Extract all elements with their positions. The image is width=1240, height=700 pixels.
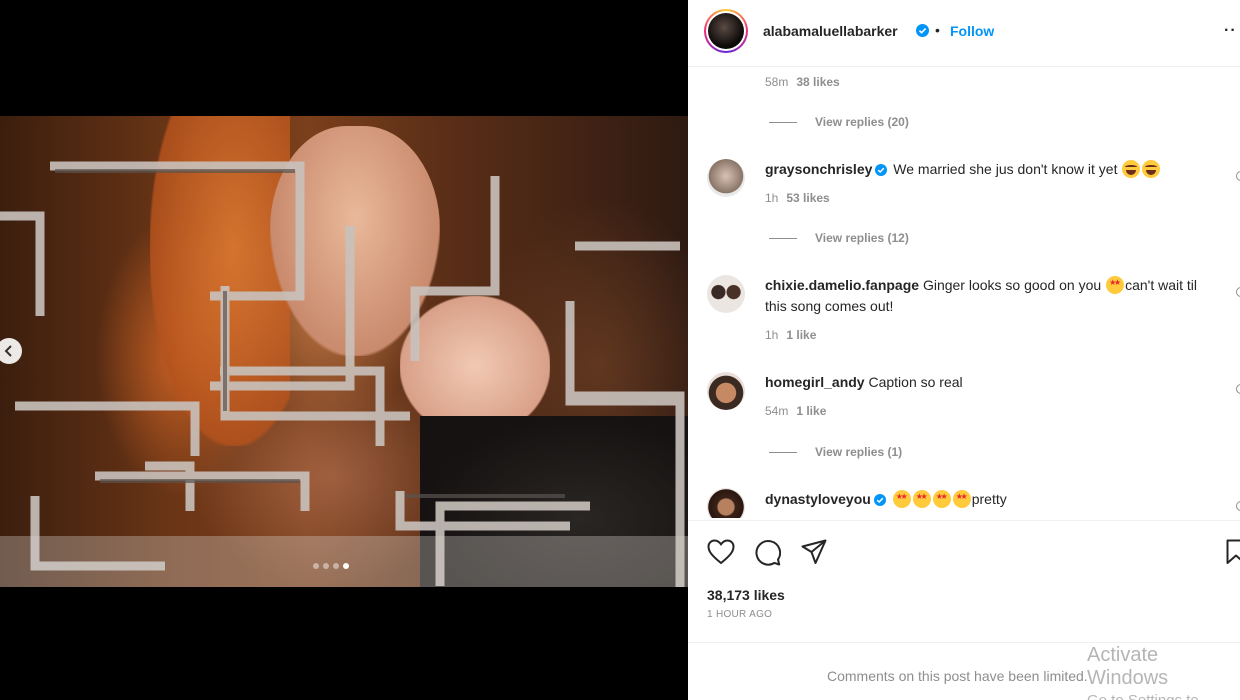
laughing-emoji-icon xyxy=(1122,160,1141,178)
carousel-dot xyxy=(323,563,329,569)
post-photo xyxy=(0,116,688,587)
comment-like-icon[interactable] xyxy=(1236,171,1240,181)
comment-text: pretty xyxy=(971,491,1007,507)
likes-count[interactable]: 38,173 likes xyxy=(707,587,785,603)
comment-likes[interactable]: 38 likes xyxy=(796,75,839,89)
comment-icon[interactable] xyxy=(754,539,781,566)
comment-text: We married she jus don't know it yet xyxy=(893,161,1118,177)
verified-badge-icon xyxy=(916,24,929,37)
commenter-username[interactable]: dynastyloveyou xyxy=(765,491,871,507)
comment-text: Caption so real xyxy=(868,374,963,390)
comment-like-icon[interactable] xyxy=(1236,501,1240,511)
commenter-avatar[interactable] xyxy=(707,159,745,197)
view-replies-label: View replies (1) xyxy=(815,445,903,459)
replies-divider xyxy=(769,121,797,123)
replies-divider xyxy=(769,451,797,453)
comment-body: graysonchrisley We married she jus don't… xyxy=(765,159,1220,180)
comment-meta: 1h 1 like xyxy=(765,328,816,342)
comment-likes[interactable]: 1 like xyxy=(796,404,826,418)
author-username[interactable]: alabamaluellabarker xyxy=(763,23,898,39)
post-side-panel: alabamaluellabarker • Follow ·· 58m 38 li… xyxy=(688,0,1240,700)
comments-limited-text: Comments on this post have been limited. xyxy=(827,668,1088,684)
comment-body: chixie.damelio.fanpage Ginger looks so g… xyxy=(765,275,1220,317)
share-icon[interactable] xyxy=(801,539,827,565)
photo-metal-frames xyxy=(0,161,688,587)
verified-badge-icon xyxy=(873,494,886,506)
star-struck-emoji-icon xyxy=(1106,276,1125,294)
commenter-username[interactable]: homegirl_andy xyxy=(765,374,865,390)
view-replies-button[interactable]: View replies (12) xyxy=(769,231,909,245)
comment-time: 58m xyxy=(765,75,789,89)
carousel-indicator xyxy=(313,563,349,569)
post-timestamp: 1 HOUR AGO xyxy=(707,609,773,620)
commenter-avatar[interactable] xyxy=(707,488,745,518)
commenter-avatar[interactable] xyxy=(707,275,745,313)
laughing-emoji-icon xyxy=(1142,160,1161,178)
star-struck-emoji-icon xyxy=(932,490,951,508)
commenter-username[interactable]: chixie.damelio.fanpage xyxy=(765,277,919,293)
bookmark-icon[interactable] xyxy=(1226,539,1240,565)
carousel-dot xyxy=(313,563,319,569)
watermark-subtitle: Go to Settings to activate Windows. xyxy=(1087,692,1240,700)
comment-meta: 58m 38 likes xyxy=(765,75,840,89)
media-viewer xyxy=(0,0,688,700)
view-replies-button[interactable]: View replies (20) xyxy=(769,115,909,129)
commenter-username[interactable]: graysonchrisley xyxy=(765,161,872,177)
star-struck-emoji-icon xyxy=(912,490,931,508)
comment-meta: 1h 53 likes xyxy=(765,191,830,205)
carousel-dot xyxy=(333,563,339,569)
heart-icon[interactable] xyxy=(707,539,735,565)
activate-windows-watermark: Activate Windows Go to Settings to activ… xyxy=(1087,644,1240,700)
verified-badge-icon xyxy=(875,164,888,176)
follow-button[interactable]: Follow xyxy=(950,23,994,39)
comment-like-icon[interactable] xyxy=(1236,287,1240,297)
commenter-avatar[interactable] xyxy=(707,372,745,410)
comment-like-icon[interactable] xyxy=(1236,384,1240,394)
comments-list: 58m 38 likes View replies (20) graysonchr… xyxy=(688,68,1240,518)
comment-body: homegirl_andy Caption so real xyxy=(765,372,1220,393)
comment-likes[interactable]: 53 likes xyxy=(786,191,829,205)
view-replies-label: View replies (20) xyxy=(815,115,909,129)
comment-body: dynastyloveyou pretty xyxy=(765,489,1220,510)
view-replies-button[interactable]: View replies (1) xyxy=(769,445,902,459)
star-struck-emoji-icon xyxy=(892,490,911,508)
chevron-left-icon xyxy=(4,345,12,357)
post-actions: 38,173 likes 1 HOUR AGO xyxy=(688,520,1240,642)
comment-time: 1h xyxy=(765,191,779,205)
post-header: alabamaluellabarker • Follow ·· xyxy=(688,0,1240,67)
comment-likes[interactable]: 1 like xyxy=(786,328,816,342)
star-struck-emoji-icon xyxy=(952,490,971,508)
watermark-title: Activate Windows xyxy=(1087,644,1169,689)
replies-divider xyxy=(769,237,797,239)
comment-time: 54m xyxy=(765,404,789,418)
author-avatar[interactable] xyxy=(704,9,748,53)
comment-meta: 54m 1 like xyxy=(765,404,826,418)
carousel-dot-active xyxy=(343,563,349,569)
comment-text: Ginger looks so good on you xyxy=(922,277,1102,293)
comment-time: 1h xyxy=(765,328,779,342)
more-options-icon[interactable]: ·· xyxy=(1224,22,1237,40)
view-replies-label: View replies (12) xyxy=(815,231,909,245)
header-separator: • xyxy=(935,22,940,38)
